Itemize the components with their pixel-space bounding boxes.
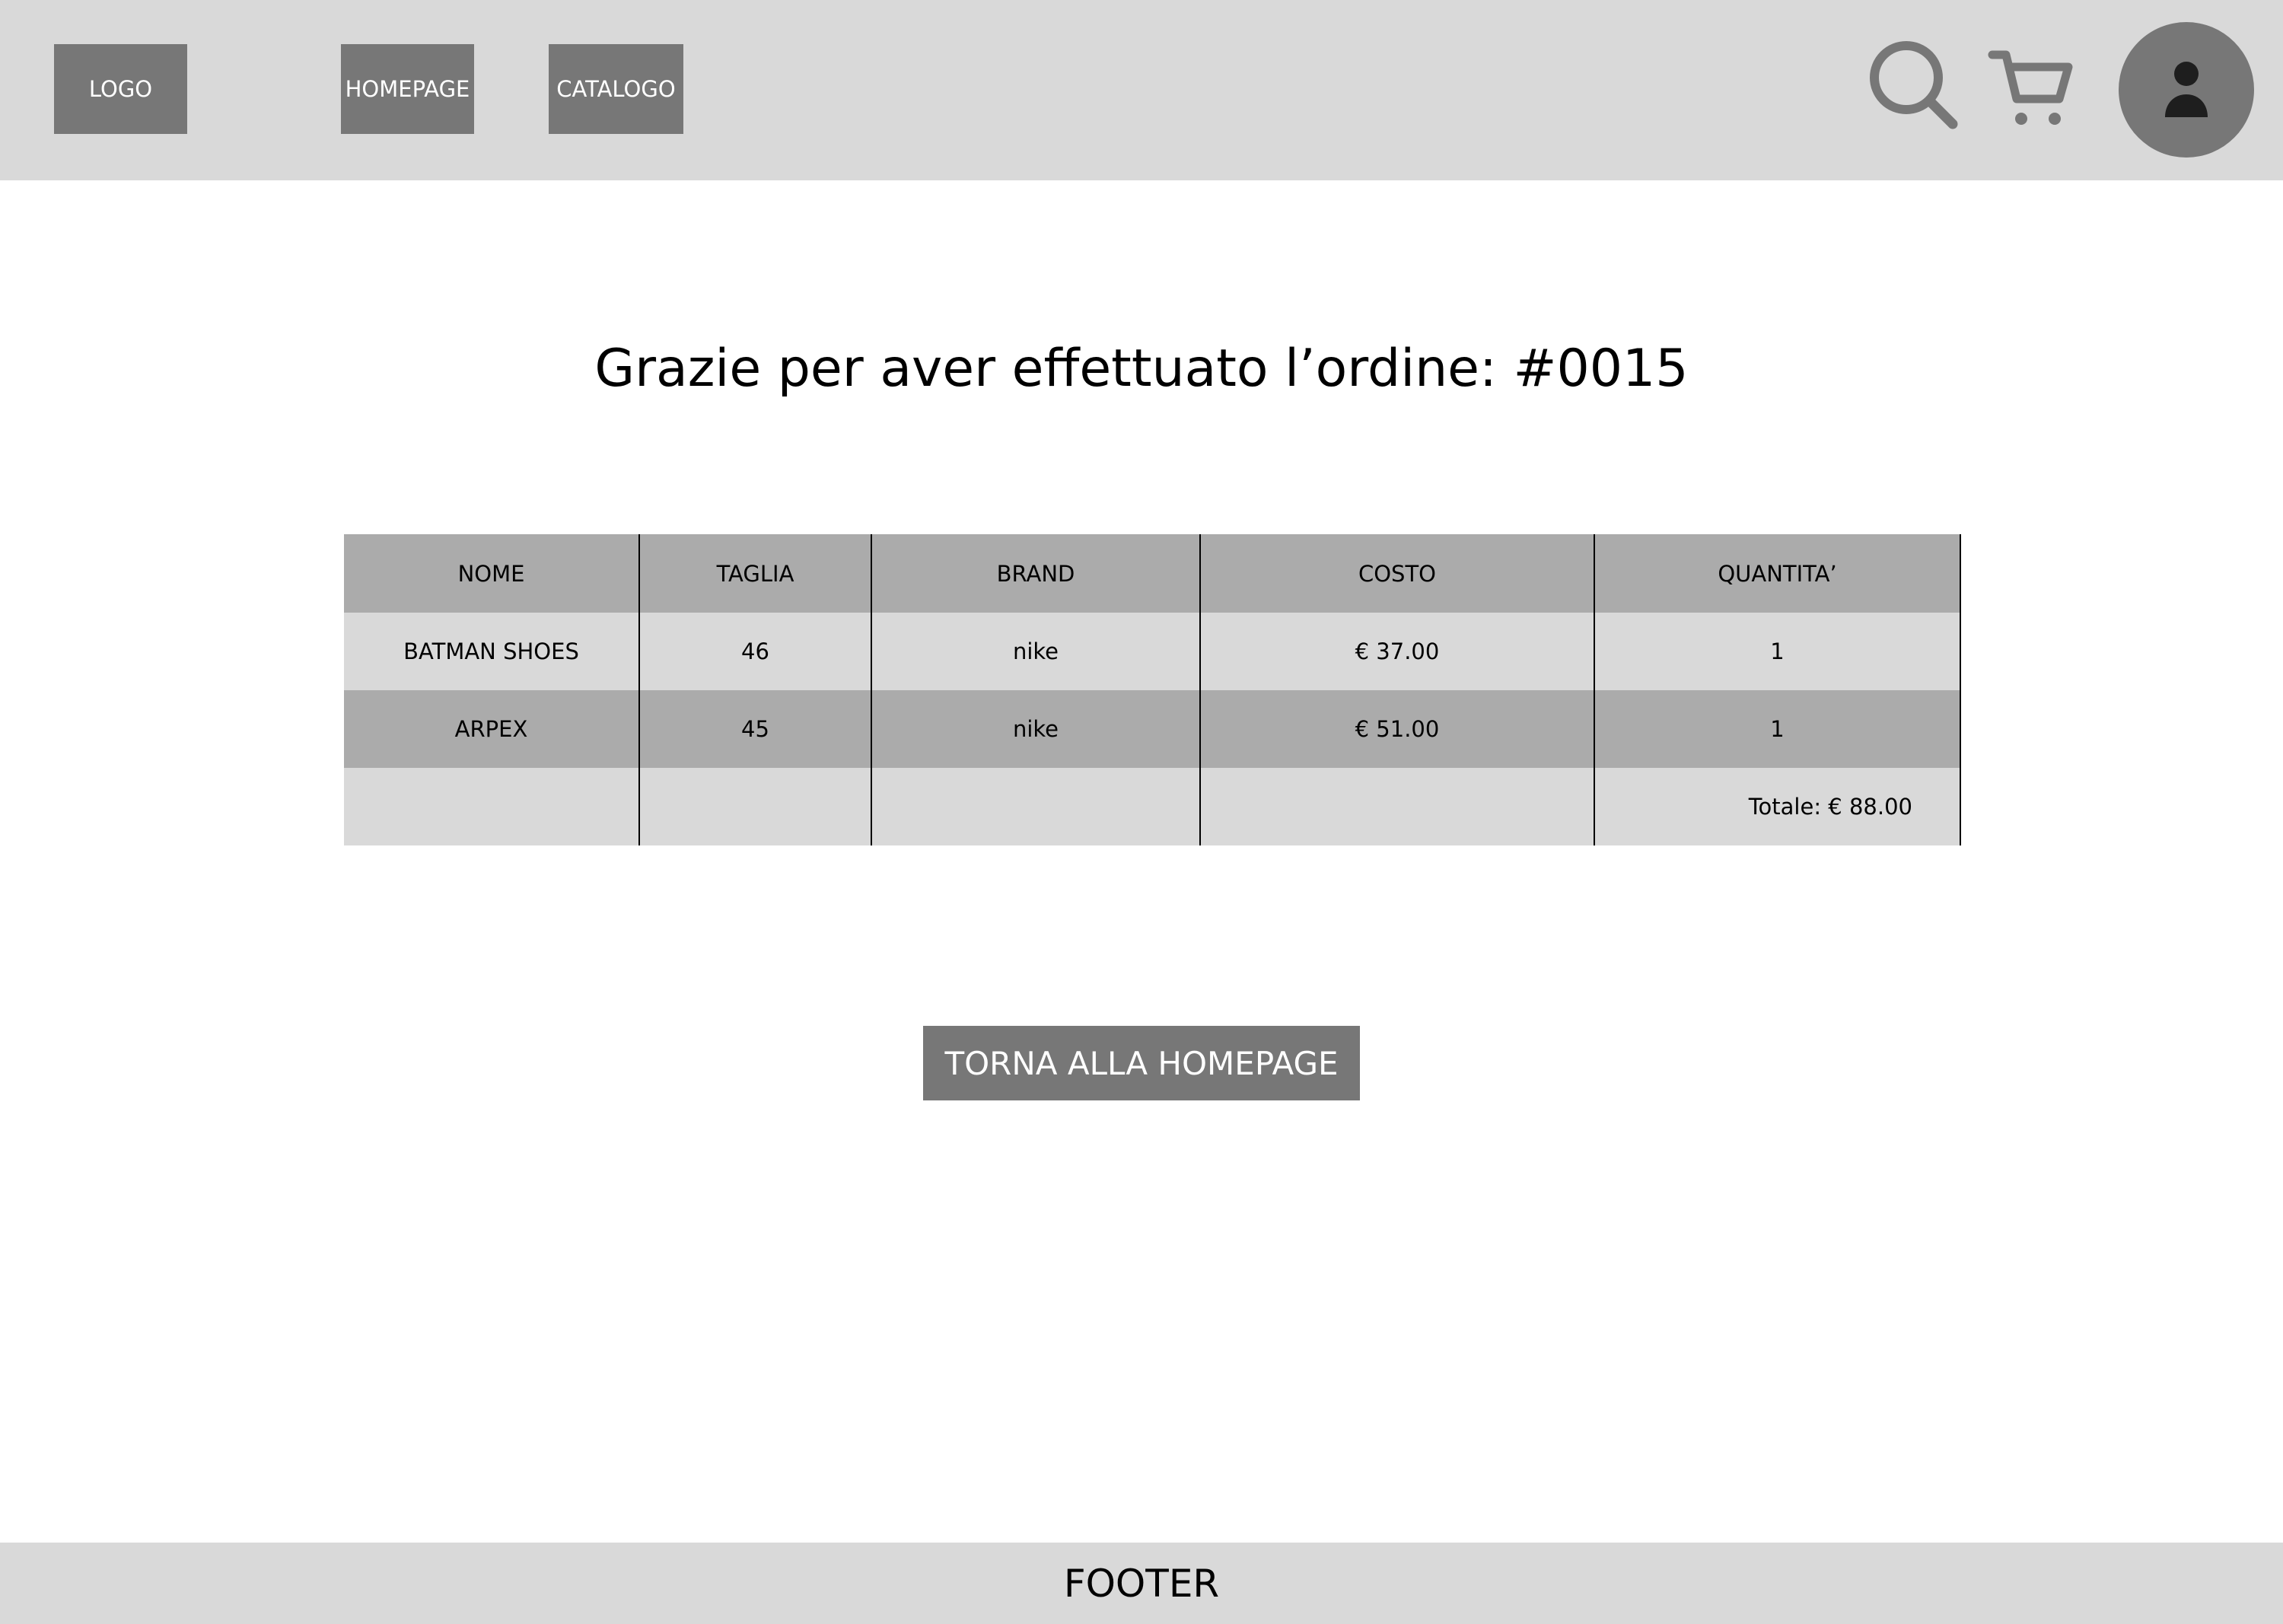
cell-quantita: 1	[1594, 690, 1961, 768]
nav-homepage-link[interactable]: HOMEPAGE	[341, 44, 474, 134]
column-header-brand: BRAND	[871, 534, 1201, 613]
empty-cell	[344, 768, 640, 845]
back-to-homepage-button[interactable]: TORNA ALLA HOMEPAGE	[923, 1026, 1360, 1100]
footer: FOOTER	[0, 1543, 2283, 1624]
empty-cell	[871, 768, 1201, 845]
order-table: NOME TAGLIA BRAND COSTO QUANTITA’ BATMAN…	[344, 534, 1961, 845]
page-title: Grazie per aver effettuato l’ordine: #00…	[594, 339, 1689, 399]
cell-quantita: 1	[1594, 613, 1961, 690]
cell-costo: € 37.00	[1200, 613, 1595, 690]
cell-costo: € 51.00	[1200, 690, 1595, 768]
user-avatar-icon[interactable]	[2119, 22, 2254, 158]
table-row: BATMAN SHOES 46 nike € 37.00 1	[344, 613, 1961, 690]
cell-brand: nike	[871, 613, 1201, 690]
footer-label: FOOTER	[1063, 1561, 1220, 1606]
logo[interactable]: LOGO	[54, 44, 187, 134]
cell-taglia: 46	[639, 613, 872, 690]
cell-nome: ARPEX	[344, 690, 640, 768]
search-icon[interactable]	[1868, 40, 1960, 131]
cart-icon[interactable]	[1986, 44, 2074, 132]
table-total-row: Totale: € 88.00	[344, 768, 1961, 845]
column-header-quantita: QUANTITA’	[1594, 534, 1961, 613]
nav-catalogo-link[interactable]: CATALOGO	[549, 44, 683, 134]
empty-cell	[1200, 768, 1595, 845]
column-header-taglia: TAGLIA	[639, 534, 872, 613]
empty-cell	[639, 768, 872, 845]
cell-nome: BATMAN SHOES	[344, 613, 640, 690]
cell-taglia: 45	[639, 690, 872, 768]
column-header-costo: COSTO	[1200, 534, 1595, 613]
cell-brand: nike	[871, 690, 1201, 768]
table-row: ARPEX 45 nike € 51.00 1	[344, 690, 1961, 768]
order-total: Totale: € 88.00	[1594, 768, 1961, 845]
header: LOGO HOMEPAGE CATALOGO	[0, 0, 2283, 180]
column-header-nome: NOME	[344, 534, 640, 613]
table-header-row: NOME TAGLIA BRAND COSTO QUANTITA’	[344, 534, 1961, 613]
